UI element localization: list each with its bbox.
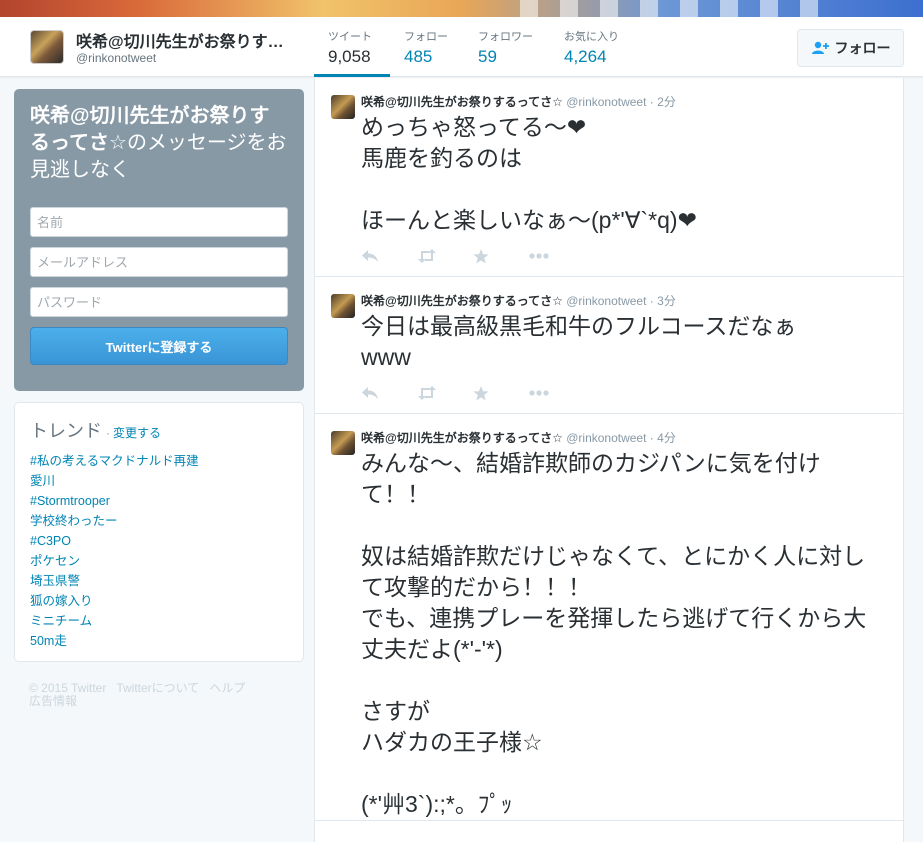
stat-following[interactable]: フォロー 485: [390, 28, 462, 77]
footer-copyright: © 2015 Twitter: [29, 681, 107, 695]
profile-avatar[interactable]: [30, 30, 64, 64]
stat-label: フォロー: [404, 31, 448, 43]
more-options-icon[interactable]: [529, 390, 585, 396]
tweet-timestamp[interactable]: 2分: [657, 95, 676, 109]
follow-button-label: フォロー: [834, 40, 891, 56]
stat-favorites[interactable]: お気に入り 4,264: [550, 28, 633, 77]
footer-ads-link[interactable]: 広告情報: [29, 694, 77, 708]
more-options-icon[interactable]: [529, 253, 585, 259]
trend-item[interactable]: 学校終わったー: [30, 511, 288, 531]
trends-separator: ·: [106, 426, 110, 440]
reply-icon[interactable]: [361, 249, 417, 263]
trends-card: トレンド · 変更する #私の考えるマクドナルド再建 愛川 #Stormtroo…: [14, 402, 304, 662]
tweet-text: 今日は最高級黒毛和牛のフルコースだなぁ www: [361, 313, 797, 370]
tweet-actions: [361, 373, 887, 413]
stat-label: お気に入り: [564, 31, 619, 43]
password-field[interactable]: [30, 287, 288, 317]
tweet-timestamp[interactable]: 4分: [657, 431, 676, 445]
trend-item[interactable]: ミニチーム: [30, 611, 288, 631]
stat-value: 4,264: [564, 47, 607, 66]
profile-handle[interactable]: @rinkonotweet: [76, 51, 156, 65]
follow-button[interactable]: フォロー: [797, 29, 904, 67]
trend-item[interactable]: #Stormtrooper: [30, 491, 288, 511]
reply-icon[interactable]: [361, 386, 417, 400]
trends-header: トレンド · 変更する: [30, 417, 288, 443]
footer-about-link[interactable]: Twitterについて: [116, 681, 199, 695]
tweet-author-name[interactable]: 咲希@切川先生がお祭りするってさ☆: [361, 431, 563, 445]
trend-item[interactable]: 50m走: [30, 631, 288, 651]
trend-item[interactable]: 愛川: [30, 471, 288, 491]
tweet-timeline: 咲希@切川先生がお祭りするってさ☆ @rinkonotweet · 2分 めっち…: [314, 78, 904, 842]
tweet-header: 咲希@切川先生がお祭りするってさ☆ @rinkonotweet · 3分: [361, 292, 887, 309]
tweet-avatar[interactable]: [331, 95, 355, 119]
footer: © 2015 Twitter Twitterについて ヘルプ 広告情報: [29, 682, 279, 708]
name-field[interactable]: [30, 207, 288, 237]
footer-help-link[interactable]: ヘルプ: [209, 681, 245, 695]
trends-title: トレンド: [30, 421, 102, 441]
tweet-actions: [361, 236, 887, 276]
stat-value: 59: [478, 47, 497, 66]
trend-item[interactable]: #私の考えるマクドナルド再建: [30, 451, 288, 471]
retweet-icon[interactable]: [417, 386, 473, 400]
stat-followers[interactable]: フォロワー 59: [464, 28, 547, 77]
retweet-icon[interactable]: [417, 249, 473, 263]
stat-label: フォロワー: [478, 31, 533, 43]
tweet[interactable]: 咲希@切川先生がお祭りするってさ☆ @rinkonotweet · 3分 今日は…: [315, 277, 903, 414]
tweet-header: 咲希@切川先生がお祭りするってさ☆ @rinkonotweet · 4分: [361, 429, 887, 446]
tweet-text: めっちゃ怒ってる〜❤ 馬鹿を釣るのは ほーんと楽しいなぁ〜(p*'∀`*q)❤: [361, 114, 697, 233]
trend-item[interactable]: ポケセン: [30, 551, 288, 571]
profile-nav-bar: 咲希@切川先生がお祭りするってさ☆ @rinkonotweet ツイート 9,0…: [0, 17, 923, 77]
signup-card: 咲希@切川先生がお祭りするってさ☆のメッセージをお見逃しなく Twitterに登…: [14, 89, 304, 391]
trend-item[interactable]: 埼玉県警: [30, 571, 288, 591]
add-user-icon: [811, 41, 829, 54]
trend-item[interactable]: #C3PO: [30, 531, 288, 551]
signup-title: 咲希@切川先生がお祭りするってさ☆のメッセージをお見逃しなく: [30, 103, 288, 184]
stat-label: ツイート: [328, 31, 372, 43]
trends-change-link[interactable]: 変更する: [113, 424, 161, 441]
tweet-author-handle[interactable]: @rinkonotweet: [566, 431, 646, 445]
profile-name[interactable]: 咲希@切川先生がお祭りするってさ☆: [76, 28, 291, 52]
tweet-avatar[interactable]: [331, 431, 355, 455]
stat-value: 9,058: [328, 47, 371, 66]
favorite-star-icon[interactable]: [473, 248, 529, 264]
tweet-text: みんな〜、結婚詐欺師のカジパンに気を付けて！！ 奴は結婚詐欺だけじゃなくて、とに…: [361, 450, 867, 817]
trend-list: #私の考えるマクドナルド再建 愛川 #Stormtrooper 学校終わったー …: [30, 451, 288, 651]
tweet-timestamp[interactable]: 3分: [657, 294, 676, 308]
tweet-avatar[interactable]: [331, 294, 355, 318]
tweet-separator: ·: [649, 431, 654, 445]
tweet-author-name[interactable]: 咲希@切川先生がお祭りするってさ☆: [361, 95, 563, 109]
tweet[interactable]: 咲希@切川先生がお祭りするってさ☆ @rinkonotweet · 4分 みんな…: [315, 414, 903, 821]
tweet-author-name[interactable]: 咲希@切川先生がお祭りするってさ☆: [361, 294, 563, 308]
signup-button[interactable]: Twitterに登録する: [30, 327, 288, 365]
trend-item[interactable]: 狐の嫁入り: [30, 591, 288, 611]
tweet-author-handle[interactable]: @rinkonotweet: [566, 95, 646, 109]
stat-value: 485: [404, 47, 433, 66]
favorite-star-icon[interactable]: [473, 385, 529, 401]
tweet-author-handle[interactable]: @rinkonotweet: [566, 294, 646, 308]
tweet[interactable]: 咲希@切川先生がお祭りするってさ☆ @rinkonotweet · 2分 めっち…: [315, 78, 903, 277]
tweet-separator: ·: [649, 294, 654, 308]
stat-tweets[interactable]: ツイート 9,058: [314, 28, 390, 77]
tweet-header: 咲希@切川先生がお祭りするってさ☆ @rinkonotweet · 2分: [361, 93, 887, 110]
email-field[interactable]: [30, 247, 288, 277]
profile-header-banner: [0, 0, 923, 17]
tweet-separator: ·: [649, 95, 654, 109]
